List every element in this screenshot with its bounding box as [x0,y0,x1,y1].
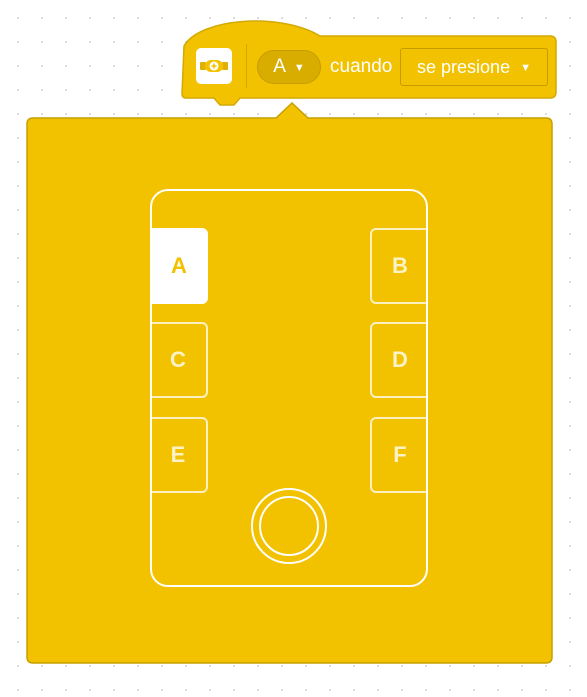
port-button-f[interactable]: F [370,417,428,493]
port-button-b[interactable]: B [370,228,428,304]
center-button-inner-ring [259,496,319,556]
port-label-f: F [393,442,407,467]
port-label-c: C [170,347,186,372]
port-button-d[interactable]: D [370,322,428,398]
port-label-d: D [392,347,408,372]
port-button-a[interactable]: A [150,228,208,304]
port-label-a: A [171,253,187,278]
port-label-e: E [170,442,186,467]
port-label-b: B [392,253,408,278]
port-button-c[interactable]: C [150,322,208,398]
port-button-e[interactable]: E [150,417,208,493]
center-button-icon [251,488,327,564]
